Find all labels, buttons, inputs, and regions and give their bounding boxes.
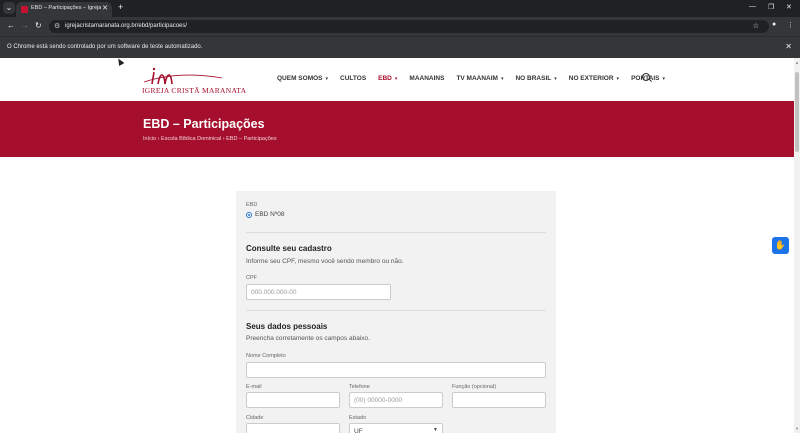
phone-label: Telefone	[349, 384, 370, 390]
scroll-down-icon[interactable]: ▼	[794, 426, 800, 431]
address-bar[interactable]: ⚙ igrejacristamaranata.org.br/ebd/partic…	[49, 20, 769, 33]
personal-text: Preencha corretamente os campos abaixo.	[246, 335, 370, 342]
new-tab-button[interactable]: +	[118, 2, 123, 12]
personal-heading: Seus dados pessoais	[246, 322, 328, 331]
email-input[interactable]	[246, 392, 340, 408]
main-menu: QUEM SOMOS ▾ CULTOS EBD ▾ MAANAINS TV MAAN…	[277, 75, 677, 82]
name-label: Nome Completo	[246, 353, 286, 359]
search-icon[interactable]	[642, 73, 650, 81]
menu-tv-maanaim[interactable]: TV MAANAIM ▾	[456, 75, 503, 82]
role-label: Função (opcional)	[452, 384, 497, 390]
state-label: Estado	[349, 415, 367, 421]
tab-title: EBD – Participações – Igreja Cri...	[31, 5, 101, 11]
city-input[interactable]	[246, 423, 340, 433]
ebd-label: EBD	[246, 202, 258, 208]
city-label: Cidade	[246, 415, 264, 421]
menu-no-brasil[interactable]: NO BRASIL ▾	[515, 75, 556, 82]
browser-tab-strip: ⌄ EBD – Participações – Igreja Cri... ✕ …	[0, 0, 800, 17]
cpf-label: CPF	[246, 275, 257, 281]
logo-mark-icon	[143, 67, 223, 85]
page-title: EBD – Participações	[143, 117, 265, 131]
divider	[246, 232, 546, 233]
forward-icon[interactable]: →	[21, 21, 29, 30]
menu-cultos[interactable]: CULTOS	[340, 75, 366, 82]
participation-form: EBD EBD Nº08 Consulte seu cadastro Infor…	[236, 191, 556, 433]
tab-search-button[interactable]: ⌄	[3, 2, 15, 14]
url-text[interactable]: igrejacristamaranata.org.br/ebd/particip…	[65, 23, 187, 29]
profile-icon[interactable]: ●	[772, 21, 776, 28]
infobar-message: O Chrome está sendo controlado por um so…	[7, 44, 203, 50]
menu-ebd[interactable]: EBD ▾	[378, 75, 397, 82]
tab-close-icon[interactable]: ✕	[102, 4, 108, 12]
page-scrollbar[interactable]: ▲ ▼	[794, 58, 800, 433]
back-icon[interactable]: ←	[7, 21, 15, 30]
logo-text: IGREJA CRISTÃ MARANATA	[142, 86, 247, 95]
browser-toolbar: ← → ↻ ⚙ igrejacristamaranata.org.br/ebd/…	[0, 17, 800, 36]
bookmark-star-icon[interactable]: ☆	[753, 22, 759, 30]
minimize-icon[interactable]: —	[749, 3, 756, 10]
role-input[interactable]	[452, 392, 546, 408]
infobar-close-icon[interactable]: ✕	[785, 42, 792, 51]
email-label: E-mail	[246, 384, 262, 390]
scroll-thumb[interactable]	[795, 72, 799, 152]
menu-no-exterior[interactable]: NO EXTERIOR ▾	[569, 75, 619, 82]
site-logo[interactable]: IGREJA CRISTÃ MARANATA	[142, 66, 246, 96]
phone-input[interactable]: (00) 00000-0000	[349, 392, 443, 408]
cpf-input[interactable]: 000.000.000-00	[246, 284, 391, 300]
ebd-radio[interactable]	[246, 212, 252, 218]
window-close-icon[interactable]: ✕	[786, 3, 792, 11]
browser-tab[interactable]: EBD – Participações – Igreja Cri... ✕	[16, 2, 112, 17]
automation-infobar: O Chrome está sendo controlado por um so…	[0, 36, 800, 58]
browser-menu-icon[interactable]: ⋮	[787, 21, 794, 29]
restore-icon[interactable]: ❐	[768, 3, 774, 11]
consult-heading: Consulte seu cadastro	[246, 244, 332, 253]
state-value: UF	[354, 428, 363, 433]
accessibility-icon[interactable]: ✋	[772, 237, 789, 254]
consult-text: Informe seu CPF, mesmo você sendo membro…	[246, 258, 404, 265]
menu-quem-somos[interactable]: QUEM SOMOS ▾	[277, 75, 328, 82]
page-banner: EBD – Participações Início › Escola Bíbl…	[0, 101, 794, 157]
ebd-option-label[interactable]: EBD Nº08	[255, 211, 284, 218]
menu-maanains[interactable]: MAANAINS	[409, 75, 444, 82]
chevron-down-icon: ▼	[433, 427, 438, 433]
divider	[246, 310, 546, 311]
name-input[interactable]	[246, 362, 546, 378]
site-info-icon[interactable]: ⚙	[54, 22, 60, 30]
reload-icon[interactable]: ↻	[35, 21, 42, 30]
church-favicon-icon	[21, 6, 28, 13]
state-select[interactable]: UF ▼	[349, 423, 443, 433]
scroll-up-icon[interactable]: ▲	[794, 60, 800, 65]
breadcrumb[interactable]: Início › Escola Bíblica Dominical › EBD …	[143, 136, 277, 142]
